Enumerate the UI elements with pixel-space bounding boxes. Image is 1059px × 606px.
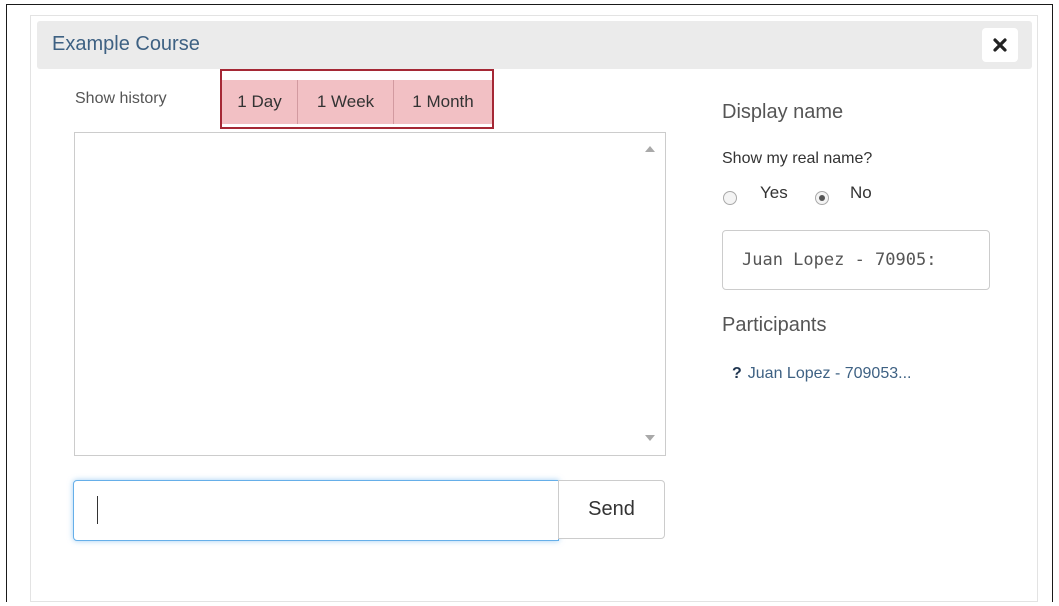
participant-name: Juan Lopez - 709053... [747, 365, 912, 382]
radio-selected-dot [819, 195, 825, 201]
display-name-heading: Display name [722, 101, 844, 123]
history-range-group: 1 Day 1 Week 1 Month [222, 80, 492, 124]
scroll-up-arrow-icon[interactable] [645, 146, 655, 152]
text-caret [97, 496, 98, 524]
close-button[interactable] [982, 28, 1018, 62]
dialog-title: Example Course [52, 33, 200, 55]
send-button[interactable]: Send [558, 480, 665, 539]
display-name-field[interactable] [722, 230, 990, 290]
display-name-input[interactable] [723, 231, 989, 289]
unknown-status-icon: ? [732, 365, 742, 382]
real-name-yes-label: Yes [760, 183, 788, 202]
show-real-name-label: Show my real name? [722, 150, 873, 167]
history-1-day-button[interactable]: 1 Day [222, 80, 298, 124]
real-name-no-radio[interactable] [815, 191, 829, 205]
real-name-yes-radio[interactable] [723, 191, 737, 205]
real-name-no-label: No [850, 183, 872, 202]
participants-heading: Participants [722, 314, 827, 336]
history-1-week-button[interactable]: 1 Week [298, 80, 394, 124]
message-input[interactable] [73, 480, 559, 541]
participant-item[interactable]: ? Juan Lopez - 709053... [732, 365, 911, 383]
close-icon [993, 38, 1007, 52]
history-1-month-button[interactable]: 1 Month [394, 80, 492, 124]
scroll-down-arrow-icon[interactable] [645, 435, 655, 441]
chat-messages-area[interactable] [74, 132, 666, 456]
show-history-label: Show history [75, 90, 167, 107]
